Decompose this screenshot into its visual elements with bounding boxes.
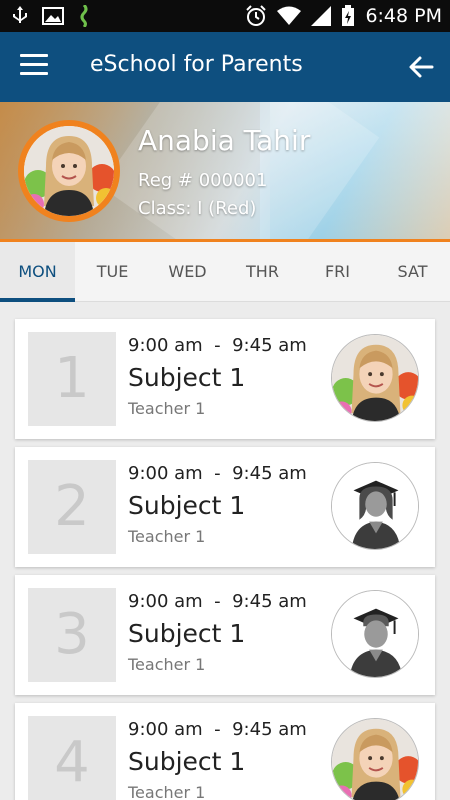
registration-number: Reg # 000001 bbox=[138, 170, 268, 191]
period-time: 9:00 am - 9:45 am bbox=[128, 591, 307, 612]
subject-name: Subject 1 bbox=[128, 363, 246, 392]
tab-sat[interactable]: SAT bbox=[375, 242, 450, 302]
schedule-card[interactable]: 1 9:00 am - 9:45 am Subject 1 Teacher 1 bbox=[15, 319, 435, 439]
teacher-name: Teacher 1 bbox=[128, 527, 206, 546]
teacher-name: Teacher 1 bbox=[128, 783, 206, 800]
arrow-back-icon bbox=[409, 56, 434, 78]
back-button[interactable] bbox=[406, 52, 436, 82]
app-title: eSchool for Parents bbox=[90, 52, 303, 77]
profile-avatar[interactable] bbox=[18, 120, 120, 222]
hamburger-menu-icon bbox=[20, 54, 48, 57]
alarm-icon bbox=[246, 5, 267, 26]
schedule-card[interactable]: 3 9:00 am - 9:45 am Subject 1 Teacher 1 bbox=[15, 575, 435, 695]
day-tabs: MON TUE WED THR FRI SAT bbox=[0, 242, 450, 302]
subject-name: Subject 1 bbox=[128, 747, 246, 776]
teacher-name: Teacher 1 bbox=[128, 399, 206, 418]
schedule-list[interactable]: 1 9:00 am - 9:45 am Subject 1 Teacher 1 … bbox=[0, 302, 450, 800]
battery-charging-icon bbox=[342, 5, 355, 26]
status-bar: 6:48 PM bbox=[0, 0, 450, 32]
student-class: Class: I (Red) bbox=[138, 198, 257, 219]
tab-fri[interactable]: FRI bbox=[300, 242, 375, 302]
student-photo bbox=[24, 126, 114, 216]
status-bar-system: 6:48 PM bbox=[245, 4, 442, 28]
period-badge: 3 bbox=[28, 588, 116, 682]
schedule-card[interactable]: 4 9:00 am - 9:45 am Subject 1 Teacher 1 bbox=[15, 703, 435, 800]
female-graduate-avatar bbox=[331, 462, 419, 550]
student-photo bbox=[331, 718, 419, 800]
tab-wed[interactable]: WED bbox=[150, 242, 225, 302]
student-photo bbox=[331, 334, 419, 422]
period-number: 2 bbox=[54, 474, 90, 539]
status-bar-notifications bbox=[12, 4, 90, 28]
usb-icon bbox=[13, 6, 27, 23]
wifi-icon bbox=[277, 6, 302, 25]
app-bar: eSchool for Parents bbox=[0, 32, 450, 102]
schedule-card[interactable]: 2 9:00 am - 9:45 am Subject 1 Teacher 1 bbox=[15, 447, 435, 567]
menu-button[interactable] bbox=[20, 54, 48, 80]
status-time: 6:48 PM bbox=[365, 5, 442, 27]
tab-mon[interactable]: MON bbox=[0, 242, 75, 302]
period-number: 1 bbox=[54, 346, 90, 411]
period-badge: 1 bbox=[28, 332, 116, 426]
teacher-name: Teacher 1 bbox=[128, 655, 206, 674]
period-time: 9:00 am - 9:45 am bbox=[128, 335, 307, 356]
profile-header: Anabia Tahir Reg # 000001 Class: I (Red) bbox=[0, 102, 450, 242]
period-badge: 4 bbox=[28, 716, 116, 800]
app-notification-icon bbox=[80, 5, 88, 27]
student-name: Anabia Tahir bbox=[138, 124, 311, 157]
male-graduate-avatar bbox=[331, 590, 419, 678]
period-badge: 2 bbox=[28, 460, 116, 554]
subject-name: Subject 1 bbox=[128, 491, 246, 520]
tab-tue[interactable]: TUE bbox=[75, 242, 150, 302]
tab-thr[interactable]: THR bbox=[225, 242, 300, 302]
subject-name: Subject 1 bbox=[128, 619, 246, 648]
period-time: 9:00 am - 9:45 am bbox=[128, 719, 307, 740]
period-time: 9:00 am - 9:45 am bbox=[128, 463, 307, 484]
period-number: 3 bbox=[54, 602, 90, 667]
signal-icon bbox=[311, 6, 332, 26]
period-number: 4 bbox=[54, 730, 90, 795]
image-icon bbox=[42, 7, 64, 25]
